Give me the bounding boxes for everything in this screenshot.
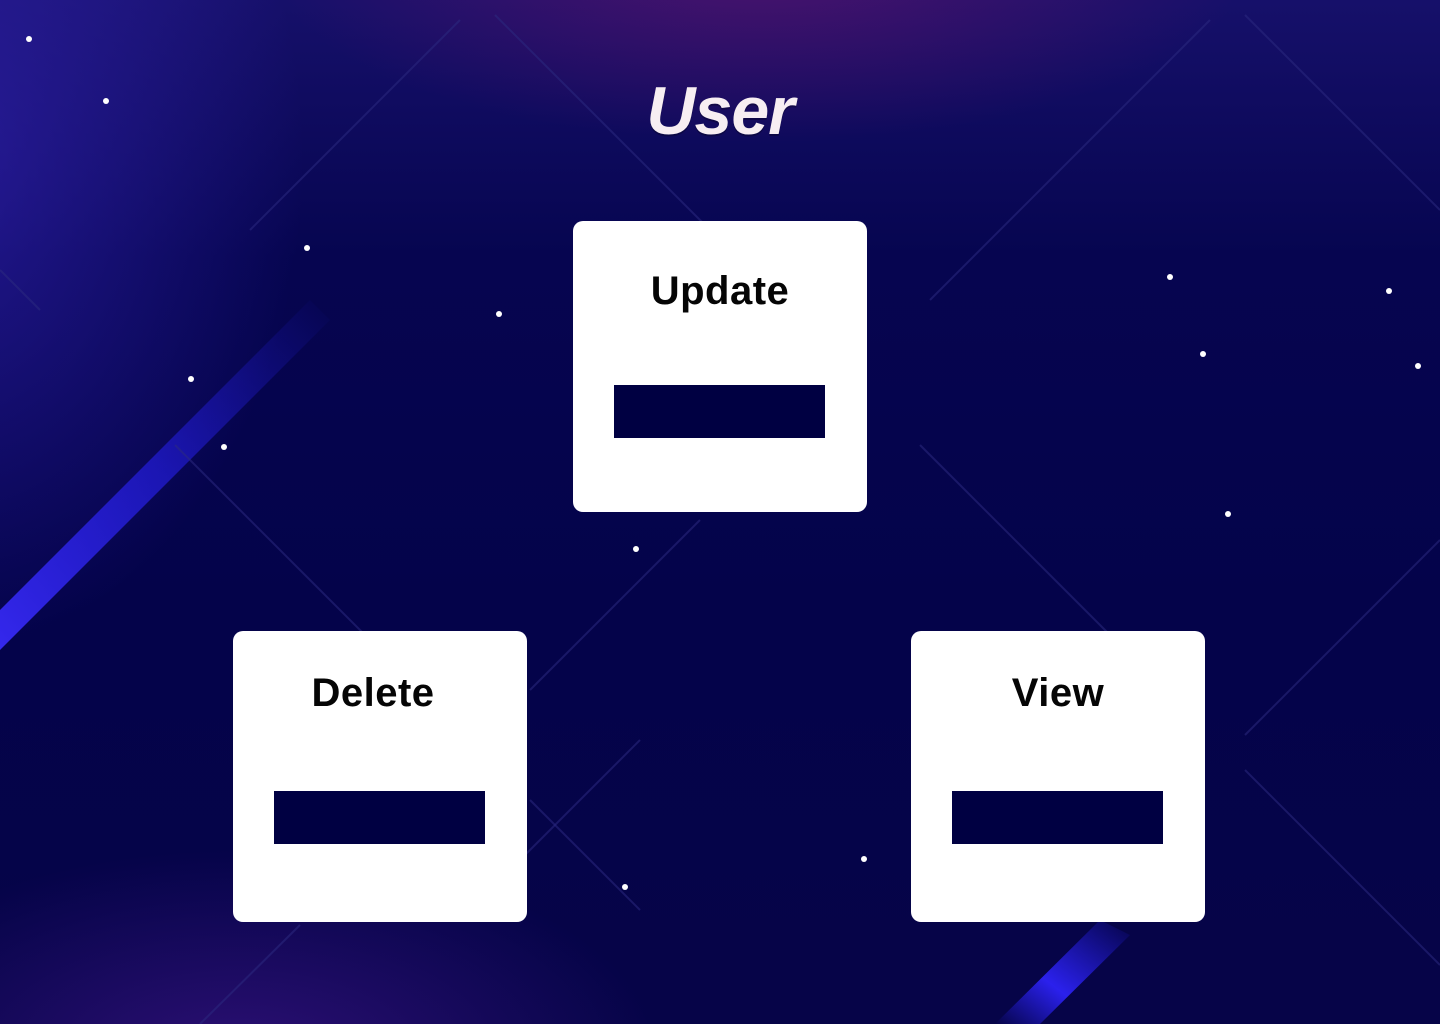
view-card-label: View [1011,671,1105,715]
delete-card-label: Delete [311,671,435,715]
star [1200,351,1206,357]
star [633,546,639,552]
update-button[interactable] [614,385,825,438]
delete-card[interactable]: Delete [233,631,527,922]
update-card[interactable]: Update [573,221,867,512]
faint-grid-lines [0,14,1440,1024]
star [496,311,502,317]
page-title: User [646,73,794,149]
view-button[interactable] [952,791,1163,844]
star [1225,511,1231,517]
star [221,444,227,450]
background-decoration [0,14,1440,1024]
glow-streak-left [0,300,330,650]
delete-button[interactable] [274,791,485,844]
star [188,376,194,382]
star [1167,274,1173,280]
view-card[interactable]: View [911,631,1205,922]
star [1386,288,1392,294]
star [622,884,628,890]
star [26,36,32,42]
update-card-label: Update [650,269,790,313]
star [861,856,867,862]
star [304,245,310,251]
glow-streak-bottom-right [995,920,1130,1024]
star [1415,363,1421,369]
